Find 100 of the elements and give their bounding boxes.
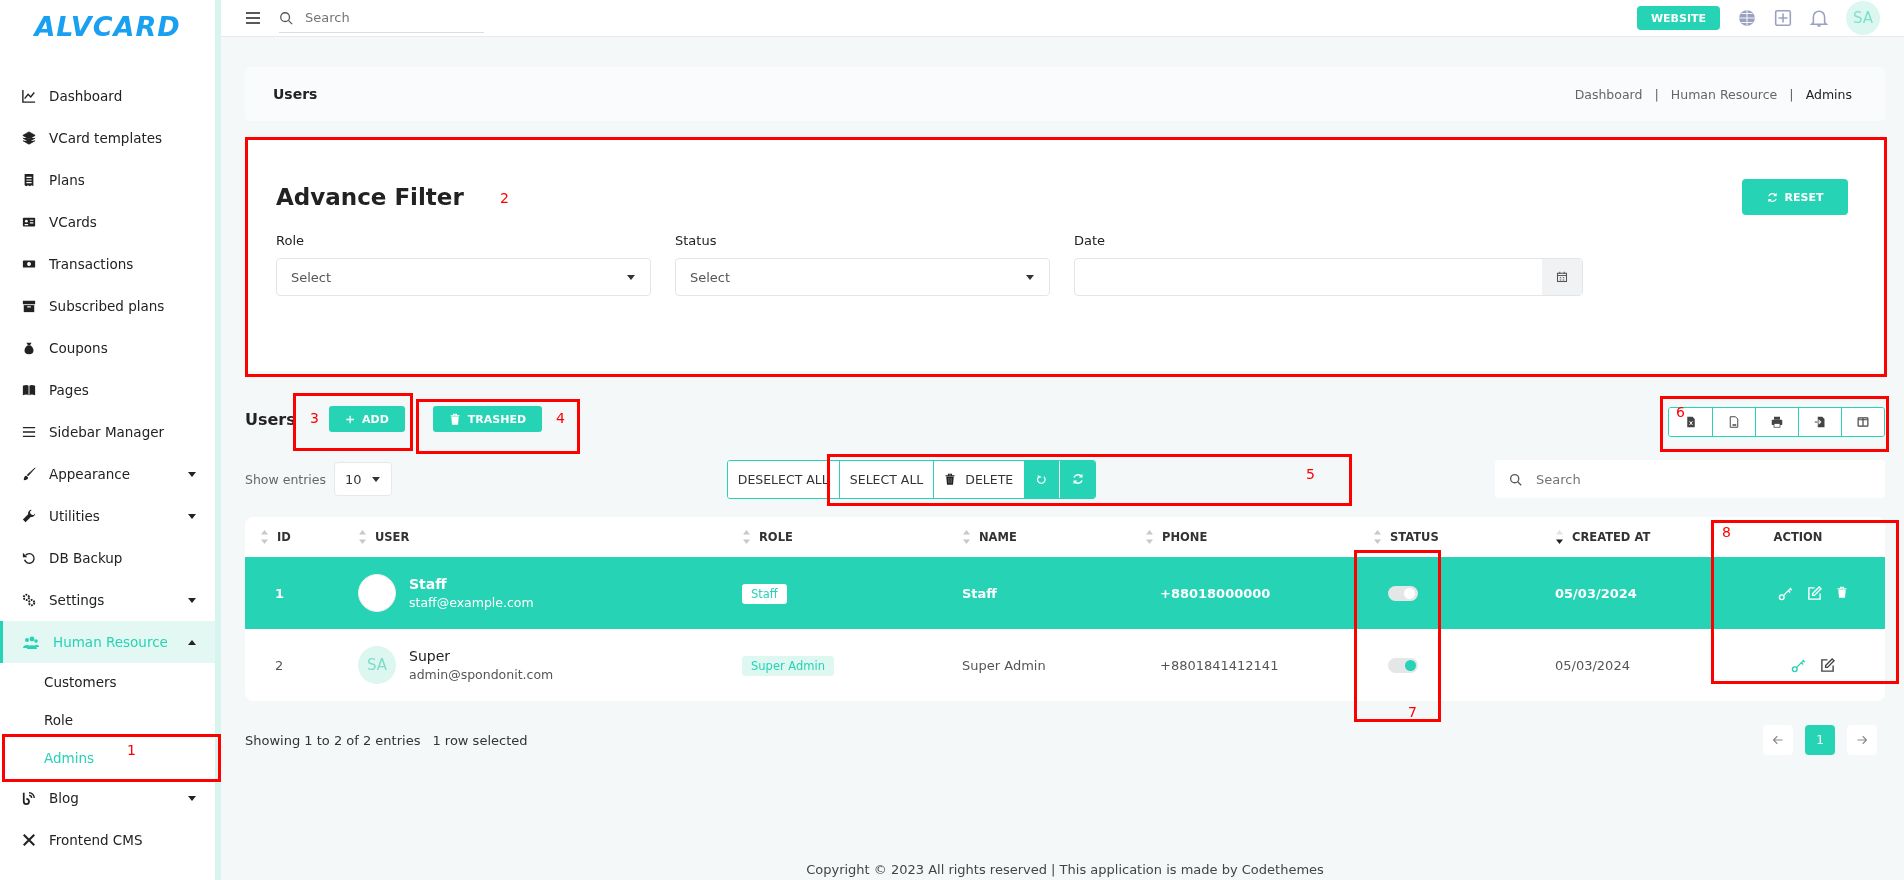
arrow-right-icon (1856, 734, 1868, 746)
menu-icon[interactable] (245, 10, 261, 26)
breadcrumb-link[interactable]: Dashboard (1574, 86, 1643, 102)
date-field[interactable] (1074, 258, 1583, 296)
user-email: admin@spondonit.com (409, 667, 554, 682)
user-name: Super (409, 648, 451, 664)
copyright-text: Copyright © 2023 All rights reserved | This application is made by Codethemes (806, 862, 1324, 877)
columns-icon (1857, 416, 1869, 428)
sidebar-item[interactable]: Frontend CMS (0, 819, 215, 861)
book-icon (22, 383, 36, 397)
trash-icon (944, 472, 957, 486)
sidebar-item[interactable]: Transactions (0, 243, 215, 285)
select-field[interactable]: Select (675, 258, 1050, 296)
column-header[interactable]: NAME (979, 530, 1017, 544)
bulk-select-button[interactable]: SELECT ALL (838, 460, 934, 498)
id-card-icon (22, 215, 36, 229)
chart-icon (22, 89, 36, 103)
list-icon (22, 425, 36, 439)
sidebar-item[interactable]: Pages (0, 369, 215, 411)
columns-button[interactable] (1841, 408, 1884, 436)
import-button[interactable] (1798, 408, 1841, 436)
printer-icon (1771, 416, 1783, 428)
annotation-number: 8 (1722, 524, 1731, 540)
sidebar-item[interactable]: Dashboard (0, 75, 215, 117)
search-box[interactable]: Search (279, 3, 484, 33)
arrow-left-icon (1772, 734, 1784, 746)
page-title: Users (273, 86, 319, 102)
column-header[interactable]: USER (375, 530, 410, 544)
annotation-number: 1 (127, 742, 136, 758)
trash-icon (448, 412, 461, 426)
page-size-select[interactable]: 10 (334, 462, 393, 496)
table-cell: +8801841412141 (1160, 657, 1279, 673)
sidebar-subitem[interactable]: Customers (44, 663, 117, 701)
column-header[interactable]: PHONE (1162, 530, 1208, 544)
sidebar-subitem[interactable]: Role (44, 701, 74, 739)
table-cell: +88018000000 (1160, 585, 1271, 601)
section-heading: Users (245, 409, 296, 429)
bulk-select-button[interactable]: DESELECT ALL (727, 460, 839, 498)
sync-icon (1766, 191, 1778, 203)
calendar-icon (1556, 271, 1568, 283)
table-cell: 1 (275, 585, 285, 601)
next-page-button[interactable] (1847, 725, 1877, 755)
sidebar-item[interactable]: Plans (0, 159, 215, 201)
plus-square-icon[interactable] (1774, 9, 1792, 27)
select-field[interactable]: Select (276, 258, 651, 296)
sidebar-item[interactable]: Utilities (0, 495, 215, 537)
breadcrumb-separator: | (1654, 86, 1659, 102)
sidebar-item[interactable]: Subscribed plans (0, 285, 215, 327)
delete-button[interactable]: DELETE (933, 460, 1024, 498)
breadcrumb-link[interactable]: Human Resource (1670, 86, 1778, 102)
annotation-number: 7 (1408, 704, 1417, 720)
sidebar-item[interactable]: Coupons (0, 327, 215, 369)
annotation-number: 3 (310, 410, 319, 426)
key-icon[interactable] (1791, 657, 1806, 673)
circular-arrow-icon (22, 551, 36, 565)
entries-info: Showing 1 to 2 of 2 entries (245, 732, 421, 748)
brush-icon (22, 467, 36, 481)
sidebar-item[interactable]: VCards (0, 201, 215, 243)
column-header[interactable]: ID (277, 530, 291, 544)
sync-icon (1071, 473, 1084, 485)
field-label: Status (675, 233, 718, 248)
caret-icon (626, 272, 636, 282)
excel-button[interactable] (1669, 408, 1712, 436)
table-row[interactable]: 2 SA Super admin@spondonit.com Super Admin Super Admin +8801841412141 05/03/2024 (245, 629, 1885, 701)
show-entries-label: Show entries (245, 471, 327, 487)
sidebar-item[interactable]: Settings (0, 579, 215, 621)
column-header: ACTION (1773, 530, 1823, 544)
search-icon (279, 10, 293, 25)
previous-page-button[interactable] (1763, 725, 1793, 755)
reload-icon (1036, 473, 1048, 485)
globe-icon[interactable] (1738, 9, 1756, 27)
users-icon (22, 635, 40, 649)
key-icon[interactable] (1778, 585, 1793, 601)
search-icon (1509, 472, 1522, 486)
delete-icon[interactable] (1836, 585, 1848, 599)
column-header[interactable]: CREATED AT (1572, 530, 1651, 544)
money-bag-icon (22, 341, 36, 355)
column-header[interactable]: ROLE (759, 530, 793, 544)
user-email: staff@example.com (409, 595, 534, 610)
sidebar-item[interactable]: Appearance (0, 453, 215, 495)
sidebar-item[interactable]: Sidebar Manager (0, 411, 215, 453)
bell-icon[interactable] (1810, 9, 1828, 27)
annotation-number: 5 (1306, 466, 1315, 482)
status-toggle[interactable] (1388, 657, 1418, 673)
column-header[interactable]: STATUS (1390, 530, 1439, 544)
table-cell: Super Admin (962, 657, 1046, 673)
search-field[interactable]: Search (303, 9, 467, 26)
sync-button[interactable] (1059, 460, 1096, 498)
file-import-icon (1814, 416, 1826, 428)
edit-icon[interactable] (1820, 657, 1835, 673)
layers-icon (22, 131, 36, 145)
pdf-button[interactable] (1712, 408, 1755, 436)
search-box[interactable]: Search (1495, 460, 1885, 498)
sidebar-item[interactable]: VCard templates (0, 117, 215, 159)
print-button[interactable] (1755, 408, 1798, 436)
status-toggle[interactable] (1388, 585, 1418, 601)
reload-button[interactable] (1023, 460, 1060, 498)
sidebar-item[interactable]: DB Backup (0, 537, 215, 579)
table-cell: 05/03/2024 (1555, 657, 1630, 673)
sidebar-item[interactable]: Blog (0, 777, 215, 819)
